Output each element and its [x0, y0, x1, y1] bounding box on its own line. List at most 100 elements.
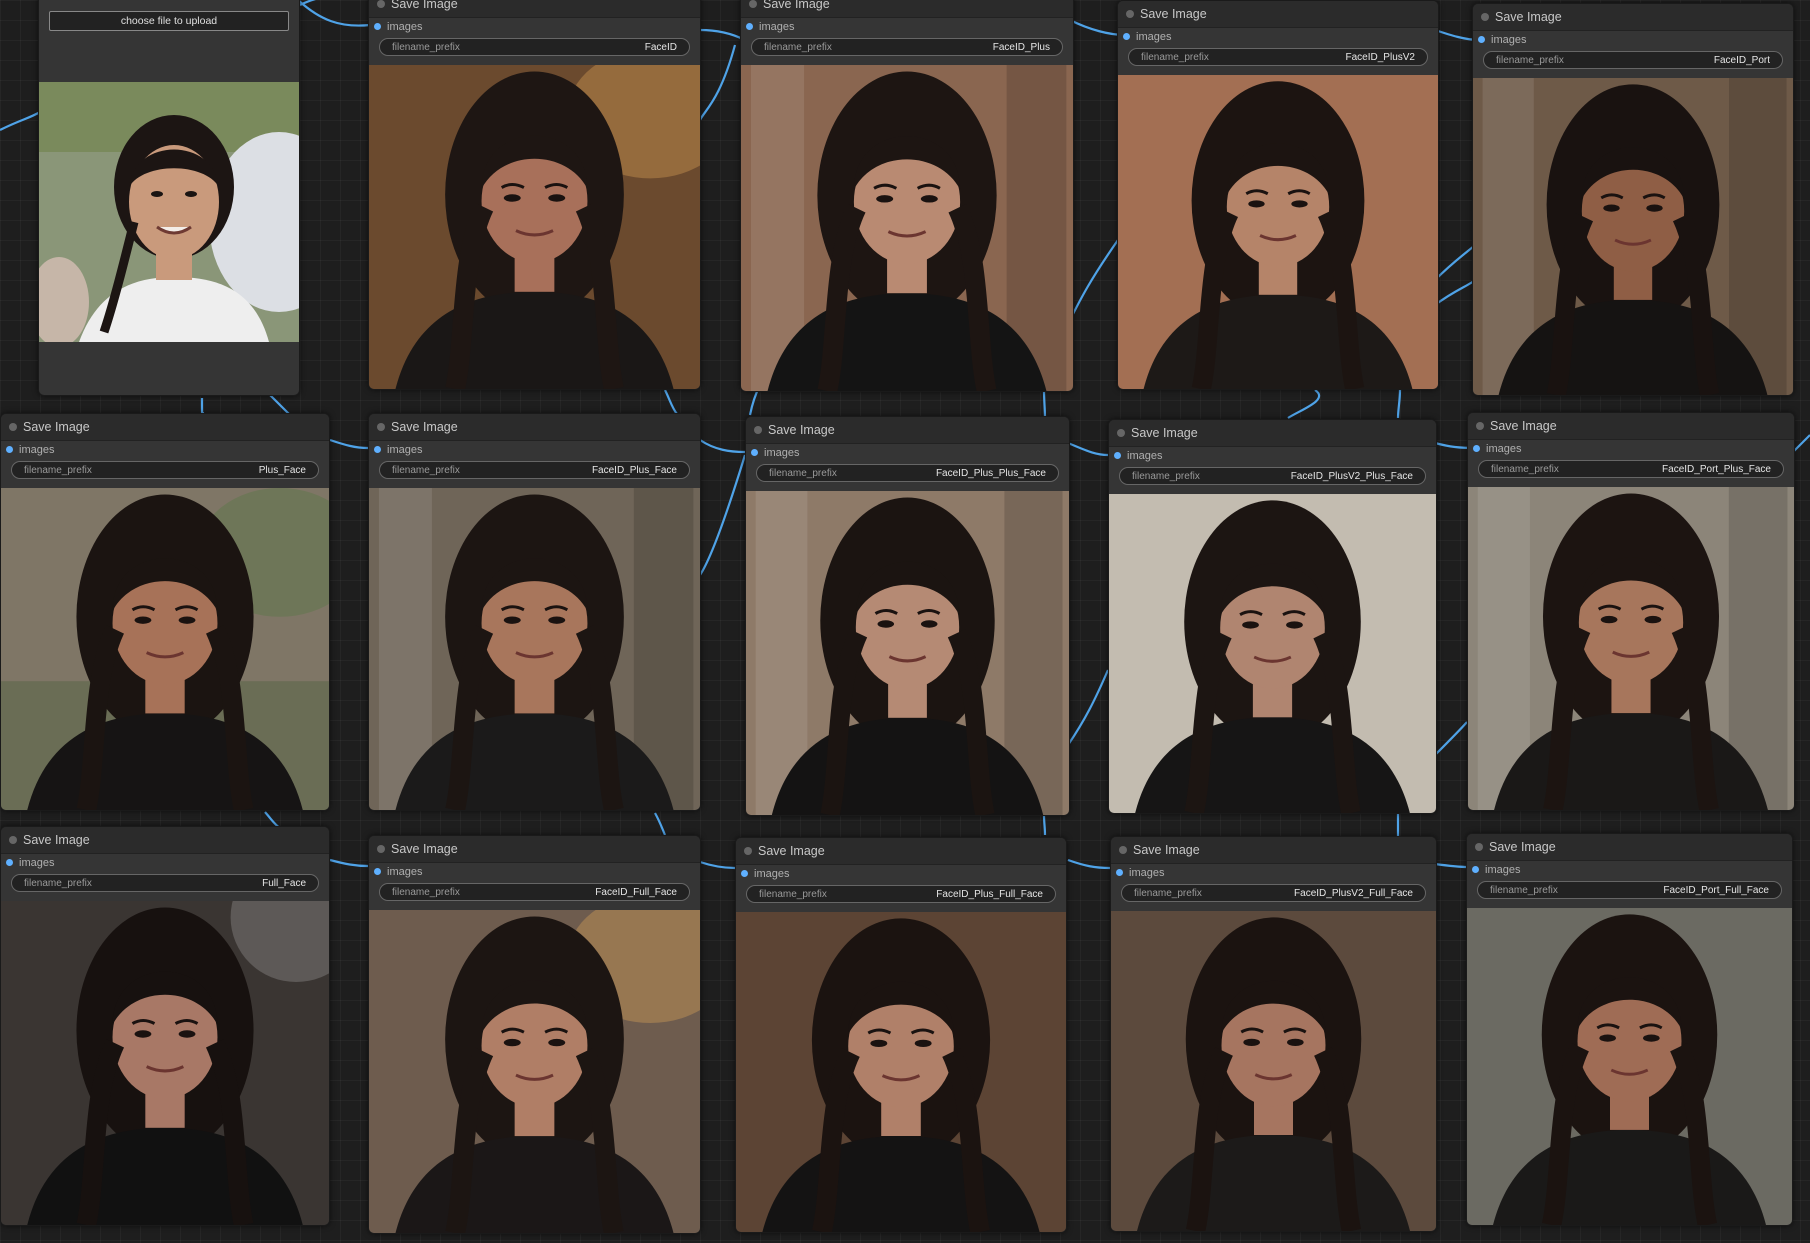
filename-prefix-field[interactable]: filename_prefix FaceID: [379, 38, 690, 56]
collapse-dot-icon[interactable]: [1481, 13, 1489, 21]
link-wire: [699, 439, 746, 454]
load-image-node[interactable]: choose file to upload: [38, 0, 300, 396]
input-socket-icon[interactable]: [1472, 866, 1479, 873]
collapse-dot-icon[interactable]: [1476, 422, 1484, 430]
slot-label: images: [1485, 864, 1521, 876]
node-title[interactable]: Save Image: [369, 836, 700, 863]
images-input-slot[interactable]: images: [369, 18, 700, 36]
node-title[interactable]: Save Image: [369, 414, 700, 441]
input-socket-icon[interactable]: [374, 868, 381, 875]
save-image-node-faceid-port[interactable]: Save Image images filename_prefix FaceID…: [1472, 3, 1794, 396]
node-title[interactable]: Save Image: [1468, 413, 1794, 440]
collapse-dot-icon[interactable]: [1475, 843, 1483, 851]
filename-prefix-field[interactable]: filename_prefix FaceID_PlusV2_Plus_Face: [1119, 467, 1426, 485]
collapse-dot-icon[interactable]: [1119, 846, 1127, 854]
widget-value: FaceID_Plus: [992, 41, 1050, 53]
node-title-text: Save Image: [1133, 843, 1200, 857]
filename-prefix-field[interactable]: filename_prefix FaceID_PlusV2_Full_Face: [1121, 884, 1426, 902]
input-socket-icon[interactable]: [741, 870, 748, 877]
input-socket-icon[interactable]: [6, 859, 13, 866]
save-image-node-faceid-plusv2[interactable]: Save Image images filename_prefix FaceID…: [1117, 0, 1439, 390]
input-socket-icon[interactable]: [374, 446, 381, 453]
images-input-slot[interactable]: images: [1467, 861, 1792, 879]
filename-prefix-field[interactable]: filename_prefix FaceID_PlusV2: [1128, 48, 1428, 66]
save-image-node-faceid-plusv2-plus-face[interactable]: Save Image images filename_prefix FaceID…: [1108, 419, 1437, 814]
images-input-slot[interactable]: images: [369, 863, 700, 881]
save-image-node-faceid-full-face[interactable]: Save Image images filename_prefix FaceID…: [368, 835, 701, 1234]
filename-prefix-field[interactable]: filename_prefix FaceID_Port: [1483, 51, 1783, 69]
save-image-node-faceid[interactable]: Save Image images filename_prefix FaceID: [368, 0, 701, 390]
link-wire: [654, 812, 667, 836]
images-input-slot[interactable]: images: [1468, 440, 1794, 458]
filename-prefix-field[interactable]: filename_prefix FaceID_Full_Face: [379, 883, 690, 901]
images-input-slot[interactable]: images: [1, 854, 329, 872]
save-image-node-plus-face[interactable]: Save Image images filename_prefix Plus_F…: [0, 413, 330, 811]
images-input-slot[interactable]: images: [1473, 31, 1793, 49]
save-image-node-faceid-plus-face[interactable]: Save Image images filename_prefix FaceID…: [368, 413, 701, 811]
images-input-slot[interactable]: images: [369, 441, 700, 459]
generated-image-preview: [1, 901, 329, 1225]
input-socket-icon[interactable]: [374, 23, 381, 30]
filename-prefix-field[interactable]: filename_prefix FaceID_Port_Plus_Face: [1478, 460, 1784, 478]
node-title[interactable]: Save Image: [369, 0, 700, 18]
save-image-node-faceid-port-plus-face[interactable]: Save Image images filename_prefix FaceID…: [1467, 412, 1795, 811]
images-input-slot[interactable]: images: [741, 18, 1073, 36]
generated-portrait: [736, 912, 1066, 1232]
save-image-node-faceid-plusv2-full-face[interactable]: Save Image images filename_prefix FaceID…: [1110, 836, 1437, 1232]
node-title[interactable]: Save Image: [736, 838, 1066, 865]
collapse-dot-icon[interactable]: [377, 0, 385, 8]
save-image-node-faceid-port-full-face[interactable]: Save Image images filename_prefix FaceID…: [1466, 833, 1793, 1226]
filename-prefix-field[interactable]: filename_prefix FaceID_Plus_Full_Face: [746, 885, 1056, 903]
filename-prefix-field[interactable]: filename_prefix Plus_Face: [11, 461, 319, 479]
choose-file-button[interactable]: choose file to upload: [49, 11, 289, 31]
filename-prefix-field[interactable]: filename_prefix FaceID_Port_Full_Face: [1477, 881, 1782, 899]
node-title[interactable]: Save Image: [746, 417, 1069, 444]
images-input-slot[interactable]: images: [746, 444, 1069, 462]
collapse-dot-icon[interactable]: [377, 845, 385, 853]
input-socket-icon[interactable]: [1473, 445, 1480, 452]
slot-label: images: [1136, 31, 1172, 43]
input-socket-icon[interactable]: [1123, 33, 1130, 40]
widget-label: filename_prefix: [1496, 54, 1564, 66]
save-image-node-faceid-plus[interactable]: Save Image images filename_prefix FaceID…: [740, 0, 1074, 392]
input-socket-icon[interactable]: [1478, 36, 1485, 43]
save-image-node-faceid-plus-plus-face[interactable]: Save Image images filename_prefix FaceID…: [745, 416, 1070, 816]
images-input-slot[interactable]: images: [1118, 28, 1438, 46]
collapse-dot-icon[interactable]: [744, 847, 752, 855]
images-input-slot[interactable]: images: [1111, 864, 1436, 882]
node-title[interactable]: Save Image: [1111, 837, 1436, 864]
images-input-slot[interactable]: images: [736, 865, 1066, 883]
collapse-dot-icon[interactable]: [1126, 10, 1134, 18]
node-title-text: Save Image: [758, 844, 825, 858]
filename-prefix-field[interactable]: filename_prefix FaceID_Plus_Plus_Face: [756, 464, 1059, 482]
link-wire: [1434, 279, 1476, 306]
filename-prefix-field[interactable]: filename_prefix FaceID_Plus_Face: [379, 461, 690, 479]
collapse-dot-icon[interactable]: [377, 423, 385, 431]
images-input-slot[interactable]: images: [1109, 447, 1436, 465]
node-title-text: Save Image: [1131, 426, 1198, 440]
input-socket-icon[interactable]: [6, 446, 13, 453]
slot-label: images: [1129, 867, 1165, 879]
uploaded-photo: [39, 82, 299, 342]
node-title[interactable]: Save Image: [1473, 4, 1793, 31]
input-socket-icon[interactable]: [751, 449, 758, 456]
input-socket-icon[interactable]: [1114, 452, 1121, 459]
save-image-node-full-face[interactable]: Save Image images filename_prefix Full_F…: [0, 826, 330, 1226]
save-image-node-faceid-plus-full-face[interactable]: Save Image images filename_prefix FaceID…: [735, 837, 1067, 1233]
node-title[interactable]: Save Image: [741, 0, 1073, 18]
node-title[interactable]: Save Image: [1, 414, 329, 441]
collapse-dot-icon[interactable]: [754, 426, 762, 434]
collapse-dot-icon[interactable]: [9, 423, 17, 431]
input-socket-icon[interactable]: [746, 23, 753, 30]
collapse-dot-icon[interactable]: [1117, 429, 1125, 437]
filename-prefix-field[interactable]: filename_prefix FaceID_Plus: [751, 38, 1063, 56]
node-title[interactable]: Save Image: [1467, 834, 1792, 861]
collapse-dot-icon[interactable]: [749, 0, 757, 8]
images-input-slot[interactable]: images: [1, 441, 329, 459]
node-title[interactable]: Save Image: [1, 827, 329, 854]
input-socket-icon[interactable]: [1116, 869, 1123, 876]
node-title[interactable]: Save Image: [1118, 1, 1438, 28]
node-title[interactable]: Save Image: [1109, 420, 1436, 447]
filename-prefix-field[interactable]: filename_prefix Full_Face: [11, 874, 319, 892]
collapse-dot-icon[interactable]: [9, 836, 17, 844]
